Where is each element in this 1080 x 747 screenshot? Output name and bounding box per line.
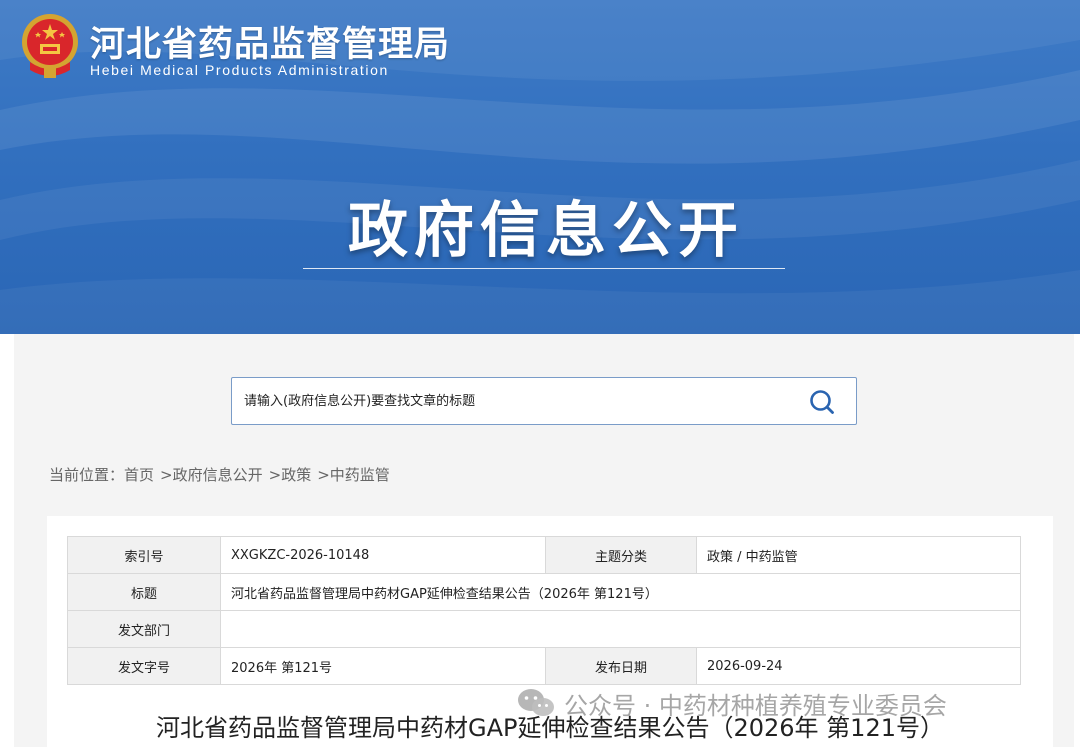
section-title: 政府信息公开 — [0, 182, 1080, 269]
index-number-value: XXGKZC-2026-10148 — [220, 536, 546, 574]
index-number-label: 索引号 — [67, 536, 221, 574]
content-card: 索引号 XXGKZC-2026-10148 主题分类 政策 / 中药监管 标题 … — [47, 516, 1053, 747]
breadcrumb: 当前位置：首页 >政府信息公开 >政策 >中药监管 — [49, 464, 390, 485]
national-emblem-icon — [22, 14, 78, 78]
breadcrumb-item-policy[interactable]: 政策 — [281, 466, 311, 484]
search-icon[interactable] — [808, 388, 836, 416]
breadcrumb-item-gov-info[interactable]: 政府信息公开 — [173, 466, 263, 484]
table-row: 发文字号 2026年 第121号 发布日期 2026-09-24 — [67, 647, 1021, 685]
agency-name-english: Hebei Medical Products Administration — [90, 62, 389, 78]
issuing-department-value — [220, 610, 1021, 648]
topic-category-value: 政策 / 中药监管 — [696, 536, 1021, 574]
topic-category-label: 主题分类 — [545, 536, 697, 574]
breadcrumb-separator: > — [317, 466, 330, 484]
agency-name: 河北省药品监督管理局 — [90, 24, 451, 65]
document-number-value: 2026年 第121号 — [220, 647, 546, 685]
search-box — [231, 377, 857, 425]
header-banner: 河北省药品监督管理局 Hebei Medical Products Admini… — [0, 0, 1080, 334]
section-title-text: 政府信息公开 — [348, 196, 744, 266]
search-input[interactable] — [232, 378, 792, 424]
document-title: 河北省药品监督管理局中药材GAP延伸检查结果公告（2026年 第121号） — [155, 714, 944, 742]
publish-date-label: 发布日期 — [545, 647, 697, 685]
breadcrumb-prefix: 当前位置： — [49, 466, 125, 484]
breadcrumb-item-tcm-supervision[interactable]: 中药监管 — [330, 466, 390, 484]
table-row: 标题 河北省药品监督管理局中药材GAP延伸检查结果公告（2026年 第121号） — [67, 573, 1021, 611]
table-row: 索引号 XXGKZC-2026-10148 主题分类 政策 / 中药监管 — [67, 536, 1021, 574]
issuing-department-label: 发文部门 — [67, 610, 221, 648]
metadata-table: 索引号 XXGKZC-2026-10148 主题分类 政策 / 中药监管 标题 … — [67, 536, 1021, 685]
main-panel: 当前位置：首页>政府信息公开>政策>中药监管 索引号 XXGKZC-2026-1… — [14, 334, 1074, 747]
table-row: 发文部门 — [67, 610, 1021, 648]
breadcrumb-item-home[interactable]: 首页 — [124, 466, 154, 484]
breadcrumb-separator: > — [160, 466, 173, 484]
title-underline — [303, 268, 785, 269]
publish-date-value: 2026-09-24 — [696, 647, 1021, 685]
title-label: 标题 — [67, 573, 221, 611]
breadcrumb-separator: > — [268, 466, 282, 484]
title-value: 河北省药品监督管理局中药材GAP延伸检查结果公告（2026年 第121号） — [220, 573, 1021, 611]
document-number-label: 发文字号 — [67, 647, 221, 685]
